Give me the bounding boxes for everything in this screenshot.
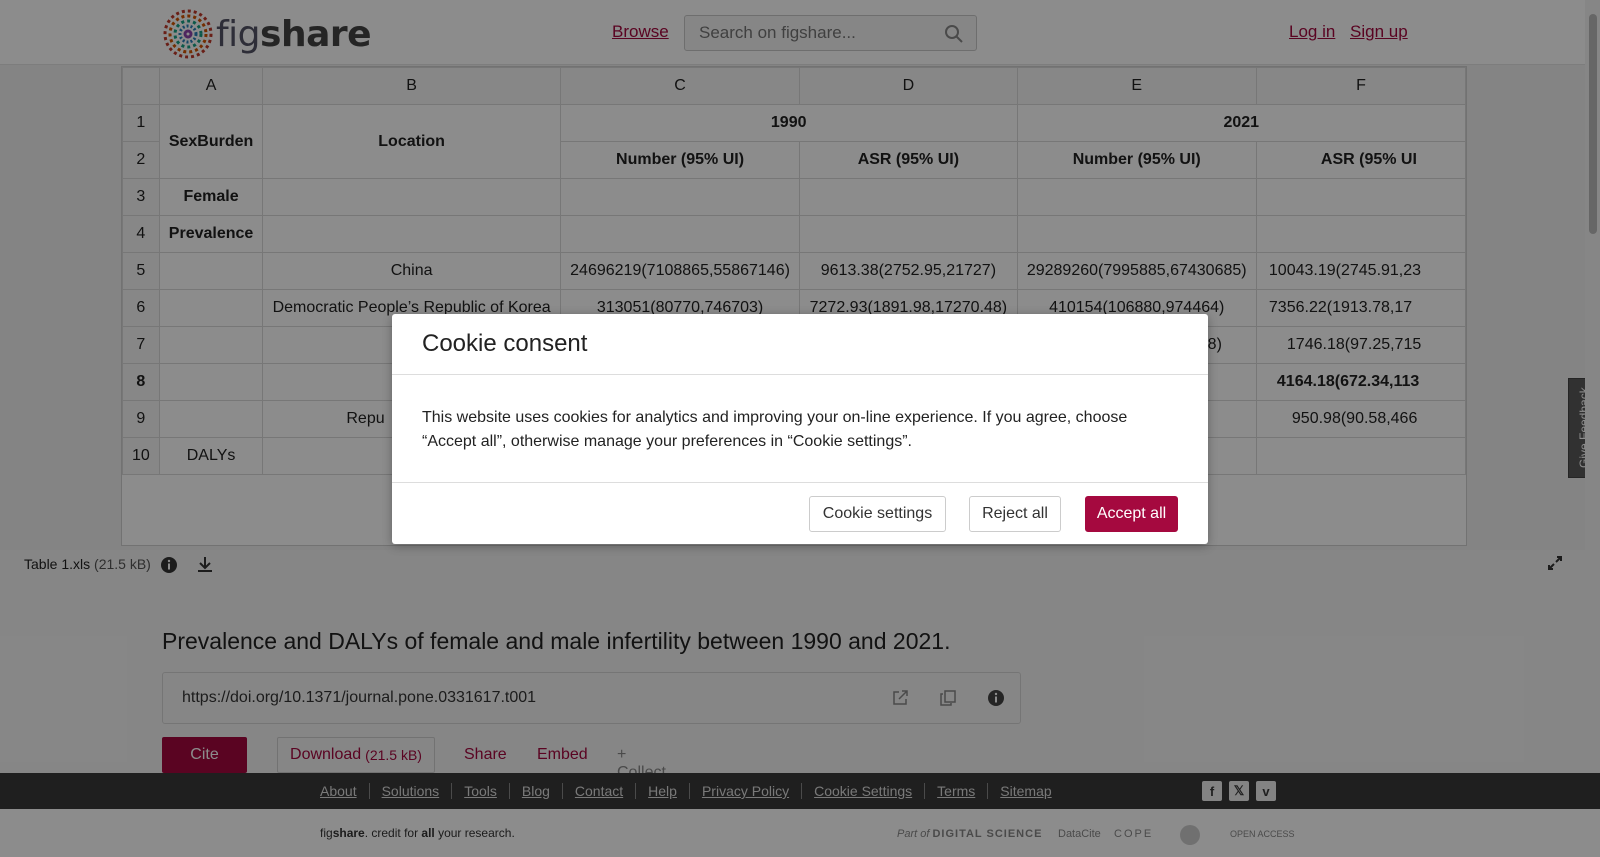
cookie-consent-title: Cookie consent: [422, 330, 588, 357]
cookie-settings-button[interactable]: Cookie settings: [809, 496, 946, 532]
cookie-consent-text: This website uses cookies for analytics …: [422, 409, 1128, 450]
divider: [392, 374, 1208, 375]
modal-overlay: Cookie consent This website uses cookies…: [0, 0, 1600, 857]
divider: [392, 482, 1208, 483]
reject-all-button[interactable]: Reject all: [969, 496, 1061, 532]
accept-all-button[interactable]: Accept all: [1085, 496, 1178, 532]
cookie-consent-dialog: Cookie consent This website uses cookies…: [392, 314, 1208, 544]
